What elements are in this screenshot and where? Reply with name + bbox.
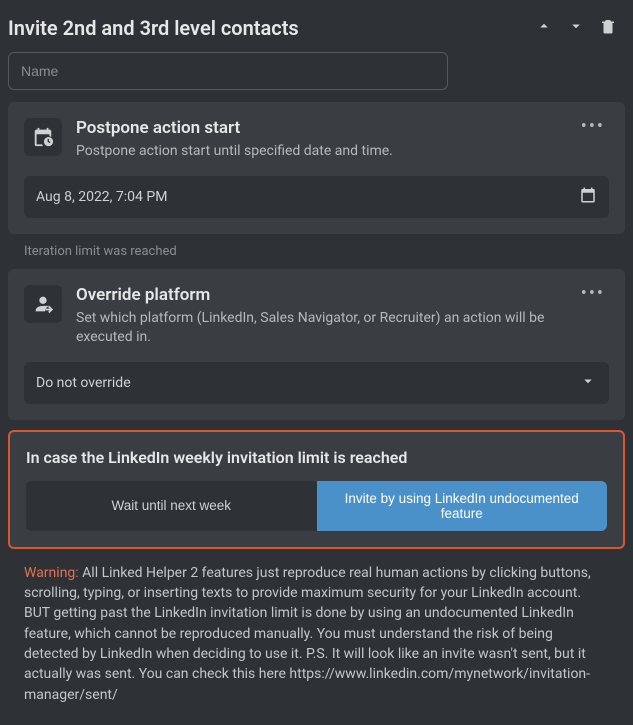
weekly-limit-card: In case the LinkedIn weekly invitation l… bbox=[8, 430, 625, 549]
postpone-info: Postpone action start Postpone action st… bbox=[76, 118, 563, 162]
delete-icon[interactable] bbox=[599, 17, 617, 39]
override-title: Override platform bbox=[76, 285, 563, 305]
page-title: Invite 2nd and 3rd level contacts bbox=[8, 16, 299, 40]
option-wait-button[interactable]: Wait until next week bbox=[26, 481, 317, 531]
postpone-title: Postpone action start bbox=[76, 118, 563, 138]
weekly-limit-title: In case the LinkedIn weekly invitation l… bbox=[26, 448, 607, 467]
name-input[interactable] bbox=[8, 52, 448, 90]
calendar-clock-icon bbox=[24, 118, 62, 156]
override-desc: Set which platform (LinkedIn, Sales Navi… bbox=[76, 309, 563, 348]
chevron-down-icon bbox=[579, 372, 597, 394]
postpone-card: Postpone action start Postpone action st… bbox=[8, 102, 625, 234]
postpone-header: Postpone action start Postpone action st… bbox=[24, 118, 609, 162]
warning-text: Warning: All Linked Helper 2 features ju… bbox=[8, 563, 625, 725]
override-select[interactable]: Do not override bbox=[24, 362, 609, 404]
postpone-desc: Postpone action start until specified da… bbox=[76, 142, 563, 162]
postpone-datetime-value: Aug 8, 2022, 7:04 PM bbox=[36, 189, 167, 205]
expand-down-icon[interactable] bbox=[567, 17, 585, 39]
calendar-icon[interactable] bbox=[579, 186, 597, 208]
postpone-more-icon[interactable]: ••• bbox=[577, 118, 609, 136]
platform-icon bbox=[24, 285, 62, 323]
page-header: Invite 2nd and 3rd level contacts bbox=[0, 0, 633, 52]
override-card: Override platform Set which platform (Li… bbox=[8, 269, 625, 420]
override-more-icon[interactable]: ••• bbox=[577, 285, 609, 303]
collapse-up-icon[interactable] bbox=[535, 17, 553, 39]
warning-body: All Linked Helper 2 features just reprod… bbox=[24, 565, 591, 703]
override-header: Override platform Set which platform (Li… bbox=[24, 285, 609, 348]
content-area: Postpone action start Postpone action st… bbox=[0, 102, 633, 725]
override-select-value: Do not override bbox=[36, 375, 131, 391]
warning-label: Warning: bbox=[24, 565, 79, 581]
option-bypass-button[interactable]: Invite by using LinkedIn undocumented fe… bbox=[317, 481, 608, 531]
override-info: Override platform Set which platform (Li… bbox=[76, 285, 563, 348]
iteration-limit-note: Iteration limit was reached bbox=[24, 244, 625, 259]
weekly-limit-toggle: Wait until next week Invite by using Lin… bbox=[26, 481, 607, 531]
postpone-datetime-field[interactable]: Aug 8, 2022, 7:04 PM bbox=[24, 176, 609, 218]
header-actions bbox=[535, 17, 625, 39]
